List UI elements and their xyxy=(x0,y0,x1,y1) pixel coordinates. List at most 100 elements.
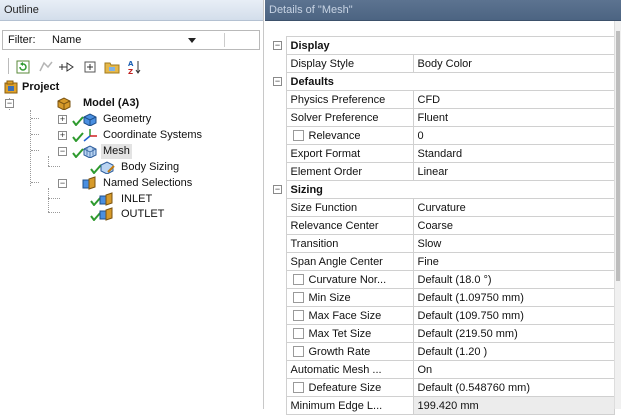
property-value[interactable]: Fine xyxy=(412,252,615,271)
property-row[interactable]: Relevance 0 xyxy=(271,126,615,145)
collapse-icon[interactable]: − xyxy=(273,184,282,194)
geometry-icon xyxy=(82,112,98,127)
property-name-text: Min Size xyxy=(308,291,351,304)
details-scrollbar[interactable] xyxy=(614,21,621,409)
property-row[interactable]: Max Tet Size Default (219.50 mm) xyxy=(271,324,615,343)
property-row[interactable]: Minimum Edge L... 199.420 mm xyxy=(271,396,615,415)
property-name-text: Curvature Nor... xyxy=(308,273,387,286)
property-row[interactable]: Span Angle Center Fine xyxy=(271,252,615,271)
property-value[interactable]: Default (18.0 °) xyxy=(412,270,615,289)
svg-text:A: A xyxy=(128,60,134,68)
sort-az-icon[interactable]: AZ xyxy=(126,58,144,75)
property-value[interactable]: Coarse xyxy=(412,216,615,235)
details-property-grid: − Display Display Style Body Color − Defaults… xyxy=(271,36,615,415)
scrollbar-thumb[interactable] xyxy=(616,31,620,281)
expand-icon[interactable]: + xyxy=(58,131,67,140)
property-value[interactable]: Default (1.09750 mm) xyxy=(412,288,615,307)
property-category-row[interactable]: − Sizing xyxy=(271,180,615,199)
check-icon xyxy=(72,148,84,159)
property-row[interactable]: Relevance Center Coarse xyxy=(271,216,615,235)
property-value[interactable]: Curvature xyxy=(412,198,615,217)
row-gutter: − xyxy=(271,37,286,55)
property-category-row[interactable]: − Display xyxy=(271,36,615,55)
property-name-text: Max Tet Size xyxy=(308,327,372,340)
property-value[interactable]: Default (219.50 mm) xyxy=(412,324,615,343)
parameter-checkbox[interactable] xyxy=(292,309,304,321)
tree-connector xyxy=(31,182,39,183)
row-gutter xyxy=(271,307,286,325)
svg-text:Z: Z xyxy=(128,68,133,75)
property-row[interactable]: Export Format Standard xyxy=(271,144,615,163)
tree-connector xyxy=(48,166,60,167)
tree-connector xyxy=(31,134,39,135)
row-gutter xyxy=(271,361,286,379)
tree-label-outlet: OUTLET xyxy=(121,208,165,220)
filter-value: Name xyxy=(52,34,82,46)
property-value[interactable]: CFD xyxy=(412,90,615,109)
expand-icon[interactable]: + xyxy=(58,115,67,124)
tree-connector xyxy=(31,150,39,151)
collapse-icon[interactable]: − xyxy=(5,99,14,108)
property-value[interactable]: Default (109.750 mm) xyxy=(412,306,615,325)
expand-all-icon[interactable] xyxy=(81,58,99,75)
property-row[interactable]: Display Style Body Color xyxy=(271,54,615,73)
tree-label-inlet: INLET xyxy=(121,193,153,205)
property-name-text: Display Style xyxy=(290,57,355,70)
property-row[interactable]: Defeature Size Default (0.548760 mm) xyxy=(271,378,615,397)
property-row[interactable]: Physics Preference CFD xyxy=(271,90,615,109)
property-name: Element Order xyxy=(285,162,414,181)
property-name: Growth Rate xyxy=(285,342,414,361)
property-category-row[interactable]: − Defaults xyxy=(271,72,615,91)
property-value[interactable]: Body Color xyxy=(412,54,615,73)
parameter-checkbox[interactable] xyxy=(292,291,304,303)
property-row[interactable]: Growth Rate Default (1.20 ) xyxy=(271,342,615,361)
folder-icon[interactable] xyxy=(103,58,121,75)
property-row[interactable]: Max Face Size Default (109.750 mm) xyxy=(271,306,615,325)
property-row[interactable]: Min Size Default (1.09750 mm) xyxy=(271,288,615,307)
property-name: Relevance Center xyxy=(285,216,414,235)
collapse-icon[interactable]: − xyxy=(273,40,282,50)
property-row[interactable]: Element Order Linear xyxy=(271,162,615,181)
property-name: Solver Preference xyxy=(285,108,414,127)
collapse-icon[interactable]: − xyxy=(58,147,67,156)
property-value[interactable]: Default (0.548760 mm) xyxy=(412,378,615,397)
row-gutter xyxy=(271,235,286,253)
property-name-text: Transition xyxy=(290,237,339,250)
chevron-down-icon[interactable] xyxy=(188,38,196,43)
property-row[interactable]: Size Function Curvature xyxy=(271,198,615,217)
tree-connector xyxy=(31,118,39,119)
property-value[interactable]: 0 xyxy=(412,126,615,145)
property-name: Relevance xyxy=(285,126,414,145)
property-row[interactable]: Automatic Mesh ... On xyxy=(271,360,615,379)
property-name-text: Export Format xyxy=(290,147,361,160)
disabled-tool-icon[interactable] xyxy=(37,58,55,75)
property-row[interactable]: Curvature Nor... Default (18.0 °) xyxy=(271,270,615,289)
property-value[interactable]: Fluent xyxy=(412,108,615,127)
details-title: Details of "Mesh" xyxy=(265,0,621,21)
refresh-icon[interactable] xyxy=(14,58,32,75)
row-gutter xyxy=(271,55,286,73)
parameter-checkbox[interactable] xyxy=(292,345,304,357)
property-value[interactable]: Standard xyxy=(412,144,615,163)
parameter-checkbox[interactable] xyxy=(292,327,304,339)
filter-label: Filter: xyxy=(8,34,36,46)
property-value[interactable]: 199.420 mm xyxy=(412,396,615,415)
property-name-text: Physics Preference xyxy=(290,93,386,106)
tree-label-model: Model (A3) xyxy=(83,97,140,109)
scope-arrow-icon[interactable] xyxy=(58,58,76,75)
property-row[interactable]: Transition Slow xyxy=(271,234,615,253)
property-value[interactable]: Slow xyxy=(412,234,615,253)
parameter-checkbox[interactable] xyxy=(292,273,304,285)
named-selection-icon xyxy=(82,176,98,190)
filter-dropdown[interactable]: Filter: Name xyxy=(2,30,260,50)
property-value[interactable]: Default (1.20 ) xyxy=(412,342,615,361)
collapse-icon[interactable]: − xyxy=(58,179,67,188)
tree-connector xyxy=(48,212,60,213)
row-gutter xyxy=(271,109,286,127)
parameter-checkbox[interactable] xyxy=(292,381,304,393)
property-row[interactable]: Solver Preference Fluent xyxy=(271,108,615,127)
parameter-checkbox[interactable] xyxy=(292,129,304,141)
property-value[interactable]: Linear xyxy=(412,162,615,181)
collapse-icon[interactable]: − xyxy=(273,76,282,86)
property-value[interactable]: On xyxy=(412,360,615,379)
